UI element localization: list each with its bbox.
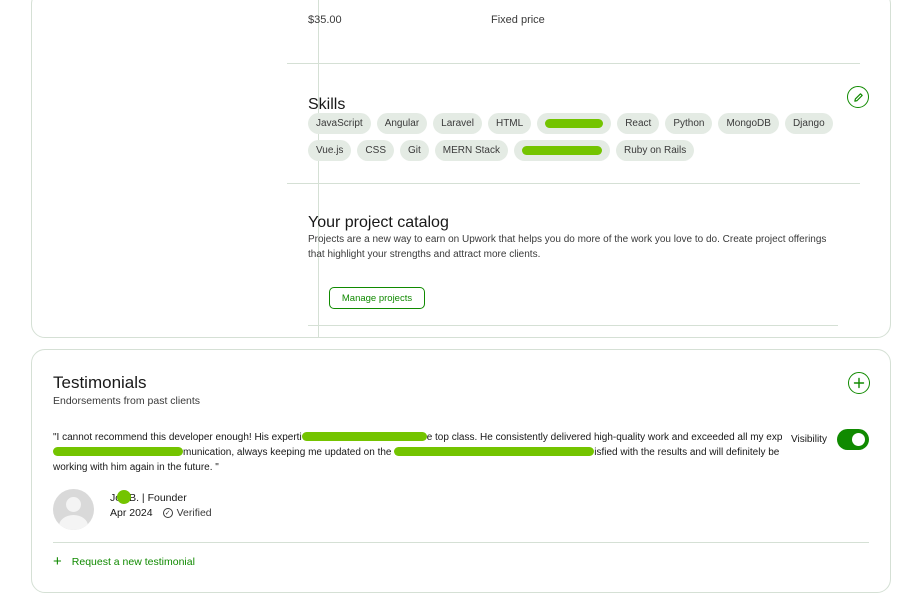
skill-chip-redacted[interactable] <box>514 140 610 161</box>
skills-row-2: Vue.js CSS Git MERN Stack Ruby on Rails <box>308 140 695 161</box>
visibility-toggle[interactable] <box>837 429 869 450</box>
skill-chip[interactable]: Python <box>665 113 713 134</box>
testimonials-card: Testimonials Endorsements from past clie… <box>31 349 891 593</box>
skill-chip[interactable]: Laravel <box>433 113 482 134</box>
verified-badge: ✓ Verified <box>162 507 212 519</box>
avatar-head <box>66 497 81 512</box>
skill-chip[interactable]: Angular <box>376 113 428 134</box>
quote-text: "I cannot recommend this developer enoug… <box>53 432 302 443</box>
testimonial-quote: "I cannot recommend this developer enoug… <box>53 430 788 475</box>
skill-chip[interactable]: Django <box>784 113 833 134</box>
skill-chip[interactable]: JavaScript <box>308 113 371 134</box>
toggle-knob <box>852 433 865 446</box>
quote-text: munication, always keeping me updated on… <box>183 447 395 458</box>
divider <box>308 325 838 326</box>
catalog-heading: Your project catalog <box>308 214 449 231</box>
skills-heading: Skills <box>308 96 346 113</box>
skill-chip-redacted[interactable] <box>537 113 612 134</box>
testimonial-meta: Apr 2024 ✓ Verified <box>110 507 212 519</box>
catalog-description: Projects are a new way to earn on Upwork… <box>308 234 827 260</box>
skill-chip[interactable]: Vue.js <box>308 140 352 161</box>
add-testimonial-button[interactable] <box>848 372 870 394</box>
redaction-mark <box>545 119 604 128</box>
pencil-icon <box>853 92 863 102</box>
skill-chip[interactable]: CSS <box>357 140 394 161</box>
divider <box>287 183 860 184</box>
redaction-mark <box>301 431 427 441</box>
divider <box>53 542 869 543</box>
avatar-body <box>59 515 88 530</box>
plus-icon: + <box>53 553 62 570</box>
quote-text: e top class. He consistently delivered h… <box>426 432 783 443</box>
skill-chip[interactable]: HTML <box>487 113 532 134</box>
request-testimonial-link[interactable]: + Request a new testimonial <box>53 554 195 569</box>
edit-skills-button[interactable] <box>847 86 869 108</box>
skill-chip[interactable]: Git <box>399 140 429 161</box>
redaction-mark <box>522 146 602 155</box>
skill-chip[interactable]: MongoDB <box>718 113 779 134</box>
redaction-mark <box>394 446 595 456</box>
redaction-mark <box>53 446 183 456</box>
verified-label: Verified <box>176 507 212 519</box>
request-testimonial-label: Request a new testimonial <box>71 555 195 568</box>
skill-chip[interactable]: React <box>617 113 660 134</box>
skill-chip[interactable]: Ruby on Rails <box>616 140 695 161</box>
price-type: Fixed price <box>491 14 545 26</box>
author-name-end: B. | Founder <box>129 491 187 504</box>
manage-projects-button[interactable]: Manage projects <box>329 287 425 309</box>
skills-row-1: JavaScript Angular Laravel HTML React Py… <box>308 113 833 134</box>
check-circle-icon: ✓ <box>162 508 173 518</box>
price-rate: $35.00 <box>308 14 342 26</box>
testimonial-date: Apr 2024 <box>110 507 153 519</box>
testimonials-heading: Testimonials <box>53 373 147 392</box>
testimonials-subtitle: Endorsements from past clients <box>53 395 201 407</box>
plus-icon <box>853 377 865 389</box>
divider <box>287 63 860 64</box>
redaction-mark <box>117 490 132 504</box>
column-divider <box>318 0 319 337</box>
skill-chip[interactable]: MERN Stack <box>434 140 508 161</box>
profile-details-card <box>31 0 891 338</box>
visibility-label: Visibility <box>791 434 827 445</box>
avatar <box>53 489 94 530</box>
testimonial-author: Jo B. | Founder <box>110 490 187 505</box>
